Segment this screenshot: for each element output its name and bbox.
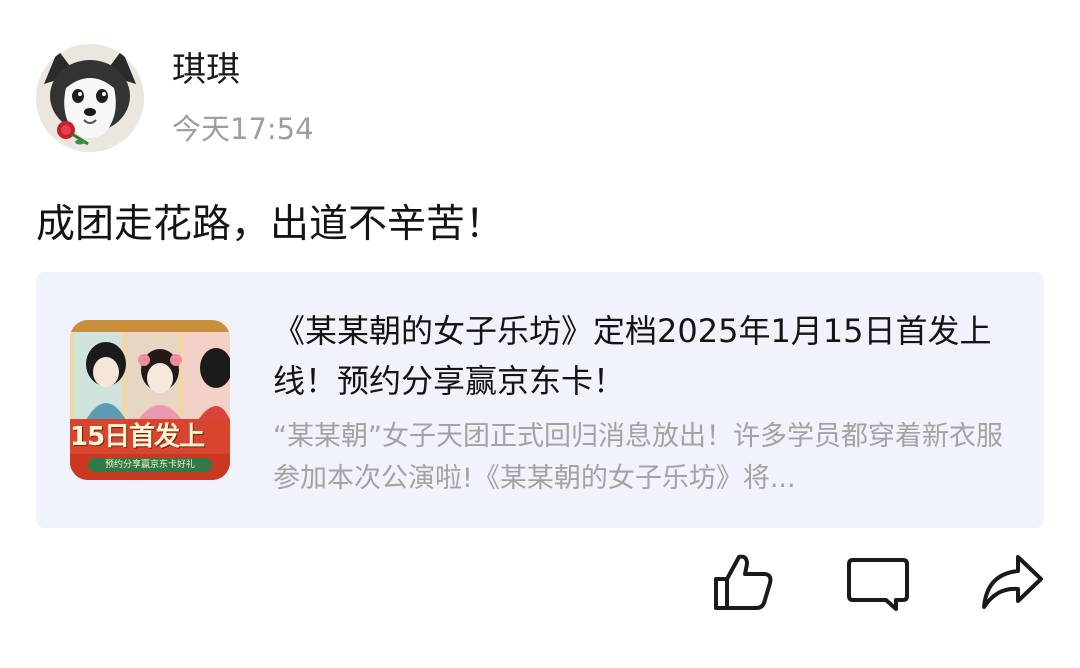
card-title[interactable]: 《某某朝的女子乐坊》定档2025年1月15日首发上线！预约分享赢京东卡！	[273, 306, 1013, 406]
post: 琪琪 今天17:54 成团走花路，出道不辛苦！ 15日首发上 预约分享赢京东卡好…	[0, 0, 1080, 668]
share-button[interactable]	[980, 552, 1044, 612]
post-text: 成团走花路，出道不辛苦！	[36, 202, 505, 247]
share-arrow-icon	[982, 555, 1043, 609]
thumbnail-ribbon-text: 预约分享赢京东卡好礼	[88, 458, 212, 472]
card-thumbnail: 15日首发上 预约分享赢京东卡好礼	[70, 320, 230, 480]
author-name[interactable]: 琪琪	[172, 46, 240, 94]
post-timestamp: 今天17:54	[172, 112, 314, 146]
like-button[interactable]	[711, 552, 775, 612]
comment-button[interactable]	[846, 552, 910, 612]
thumbnail-banner-text: 15日首发上	[70, 422, 205, 452]
husky-avatar-icon	[36, 44, 144, 152]
author-avatar[interactable]	[36, 44, 144, 152]
game-app-icon	[70, 320, 230, 480]
card-description: “某某朝”女子天团正式回归消息放出！许多学员都穿着新衣服参加本次公演啦!《某某朝…	[273, 421, 1003, 494]
shared-link-card[interactable]: 15日首发上 预约分享赢京东卡好礼 《某某朝的女子乐坊》定档2025年1月15日…	[36, 272, 1044, 528]
thumbs-up-icon	[714, 554, 773, 610]
comment-bubble-icon	[847, 558, 909, 611]
